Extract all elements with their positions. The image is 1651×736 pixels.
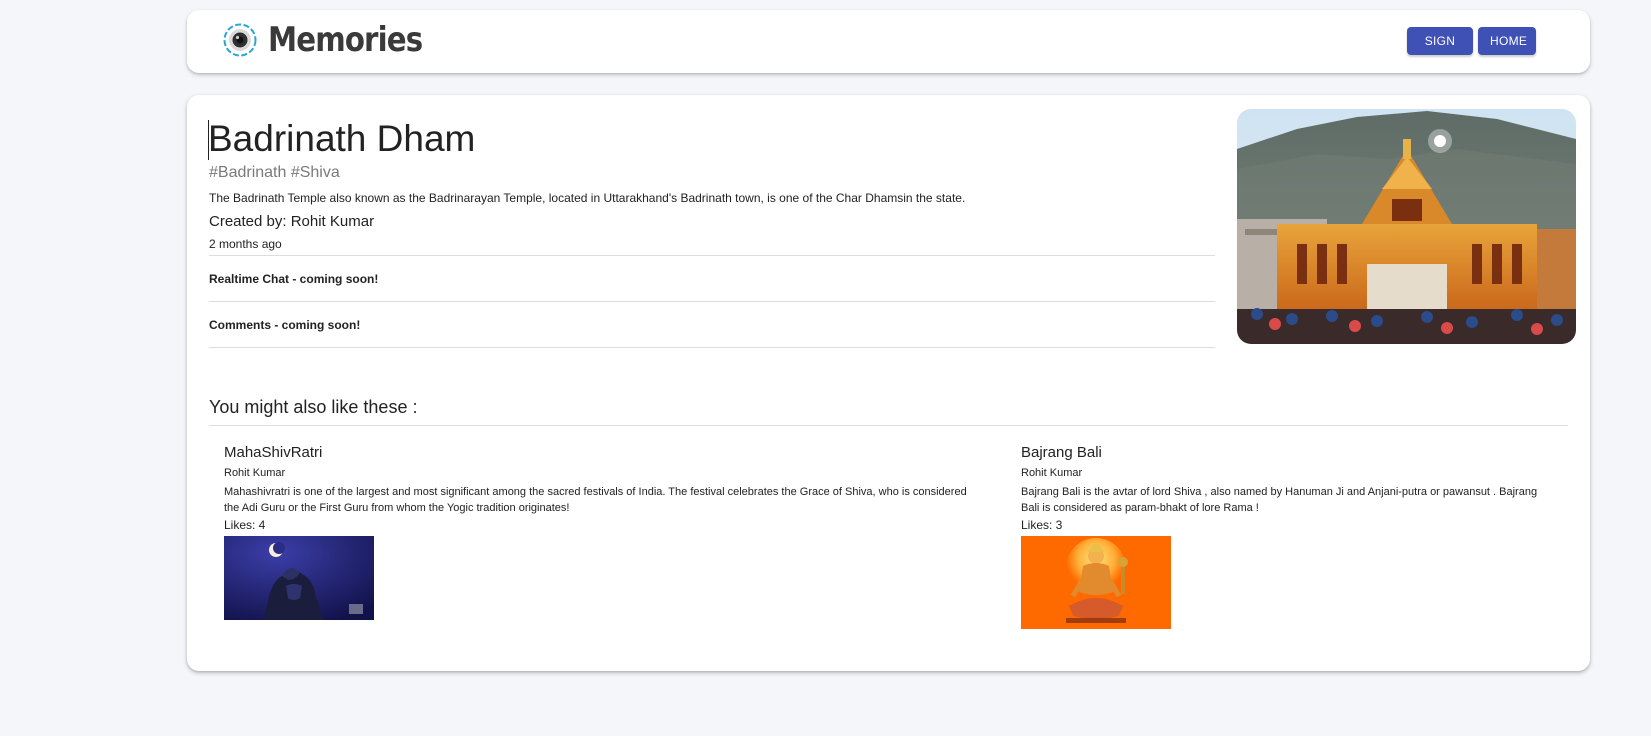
recommended-post-description: Bajrang Bali is the avtar of lord Shiva … — [1021, 486, 1538, 514]
divider — [209, 347, 1215, 348]
recommended-post-likes: Likes: 3 — [1021, 518, 1063, 532]
post-timestamp: 2 months ago — [209, 237, 282, 251]
brand[interactable]: Memories — [223, 22, 447, 58]
post-creator: Created by: Rohit Kumar — [209, 213, 375, 230]
divider — [209, 255, 1215, 256]
recommended-post[interactable]: MahaShivRatri Rohit Kumar Mahashivratri … — [224, 444, 984, 620]
brand-name: Memories — [268, 20, 423, 60]
recommended-post-title: Bajrang Bali — [1021, 444, 1102, 461]
recommended-post-image — [1021, 536, 1171, 629]
recommended-post-image — [224, 536, 374, 620]
recommended-post-author: Rohit Kumar — [1021, 467, 1083, 479]
recommended-heading: You might also like these : — [209, 397, 418, 417]
recommended-post[interactable]: Bajrang Bali Rohit Kumar Bajrang Bali is… — [1021, 444, 1551, 629]
divider — [209, 301, 1215, 302]
camera-lens-icon — [223, 23, 257, 57]
comments-section: Comments - coming soon! — [209, 318, 361, 332]
recommended-post-description: Mahashivratri is one of the largest and … — [224, 486, 967, 514]
recommended-post-title: MahaShivRatri — [224, 444, 323, 461]
post-tags: #Badrinath #Shiva — [209, 164, 340, 181]
divider — [209, 425, 1568, 426]
post-description: The Badrinath Temple also known as the B… — [209, 191, 966, 205]
post-image — [1237, 109, 1576, 344]
recommended-post-author: Rohit Kumar — [224, 467, 286, 479]
post-title: Badrinath Dham — [208, 118, 476, 159]
recommended-post-likes: Likes: 4 — [224, 518, 266, 532]
home-button[interactable]: HOME — [1478, 27, 1536, 55]
sign-in-button[interactable]: SIGN IN — [1407, 27, 1473, 76]
app-bar: Memories SIGN IN HOME — [187, 10, 1590, 76]
realtime-chat-section: Realtime Chat - coming soon! — [209, 272, 379, 286]
post-details-card: Badrinath Dham #Badrinath #Shiva The Bad… — [187, 95, 1590, 671]
